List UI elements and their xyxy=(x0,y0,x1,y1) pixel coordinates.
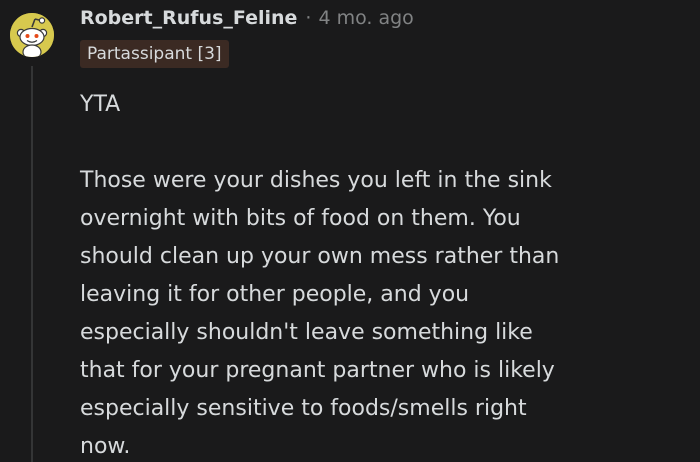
body-line: overnight with bits of food on them. You xyxy=(80,206,521,231)
body-line: now. xyxy=(80,434,131,459)
body-line: should clean up your own mess rather tha… xyxy=(80,244,560,269)
body-line: especially sensitive to foods/smells rig… xyxy=(80,396,527,421)
author-name[interactable]: Robert_Rufus_Feline xyxy=(80,4,297,32)
body-line: leaving it for other people, and you xyxy=(80,282,470,307)
user-flair: Partassipant [3] xyxy=(80,40,229,68)
body-line: especially shouldn't leave something lik… xyxy=(80,320,533,345)
comment-body: YTA Those were your dishes you left in t… xyxy=(80,86,680,462)
verdict-text: YTA xyxy=(80,92,121,117)
body-line: Those were your dishes you left in the s… xyxy=(80,168,552,193)
comment: Robert_Rufus_Feline · 4 mo. ago Partassi… xyxy=(0,0,700,462)
thread-line[interactable] xyxy=(31,66,33,462)
comment-paragraph: Those were your dishes you left in the s… xyxy=(80,162,680,462)
comment-header: Robert_Rufus_Feline · 4 mo. ago xyxy=(80,4,414,32)
comment-timestamp[interactable]: 4 mo. ago xyxy=(318,4,413,32)
reddit-snoo-icon xyxy=(10,13,54,57)
avatar[interactable] xyxy=(10,13,54,57)
meta-separator: · xyxy=(305,7,312,29)
body-line: that for your pregnant partner who is li… xyxy=(80,358,555,383)
